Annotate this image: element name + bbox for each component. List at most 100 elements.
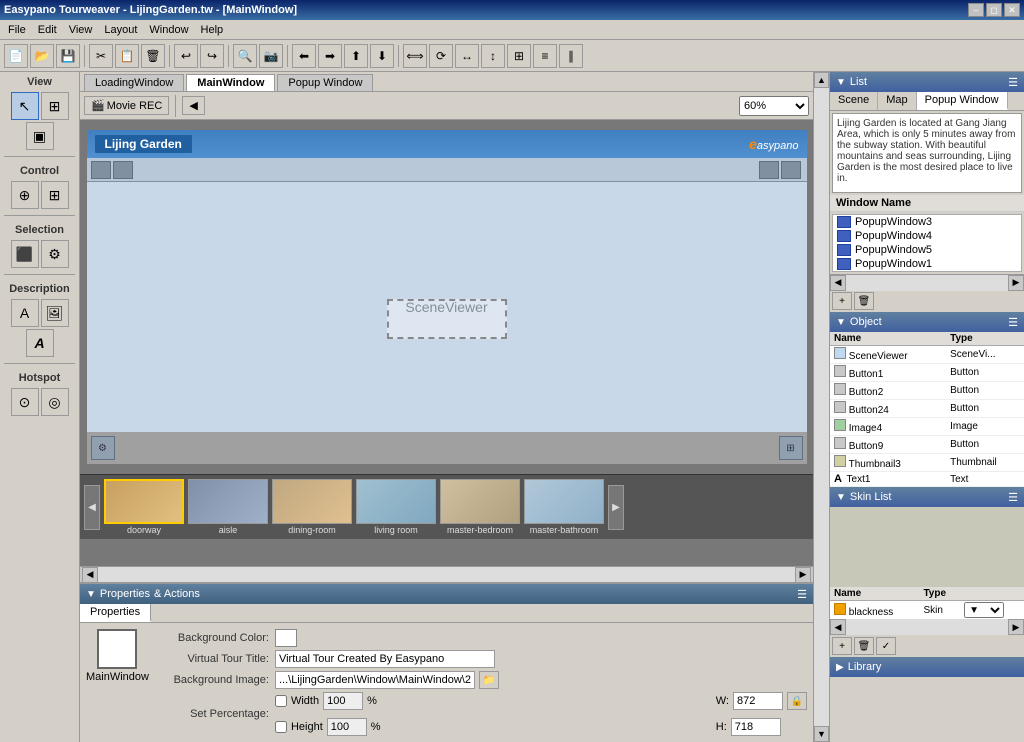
menu-window[interactable]: Window <box>143 22 194 38</box>
zoom-select[interactable]: 25% 50% 60% 75% 100% 150% 200% <box>739 96 809 116</box>
save-button[interactable]: 💾 <box>56 44 80 68</box>
list-collapse[interactable]: ▼ <box>836 77 846 88</box>
hotspot-box[interactable] <box>387 299 507 339</box>
tab-popup-window[interactable]: Popup Window <box>277 74 373 91</box>
obj-row-button24[interactable]: Button24 Button <box>830 400 1024 418</box>
library-collapse[interactable]: ▶ <box>836 662 844 673</box>
vt-title-input[interactable] <box>275 650 495 668</box>
skin-row-blackness[interactable]: blackness Skin ▼ <box>830 601 1024 620</box>
movie-rec-button[interactable]: 🎬 Movie REC <box>84 96 169 115</box>
scene-tab-map[interactable]: Map <box>878 92 916 110</box>
control-tool-1[interactable]: ⊕ <box>11 181 39 209</box>
corner-icon-tl[interactable]: ⚙ <box>91 436 115 460</box>
tab-loading-window[interactable]: LoadingWindow <box>84 74 184 91</box>
scene-tab-popup[interactable]: Popup Window <box>917 92 1008 110</box>
list-menu-icon[interactable]: ☰ <box>1008 76 1018 89</box>
menu-view[interactable]: View <box>63 22 99 38</box>
control-tool-2[interactable]: ⊞ <box>41 181 69 209</box>
bg-image-input[interactable] <box>275 671 475 689</box>
width-input[interactable] <box>733 692 783 710</box>
copy-button[interactable]: 📋 <box>115 44 139 68</box>
menu-file[interactable]: File <box>2 22 32 38</box>
window-item-popup4[interactable]: PopupWindow4 <box>833 229 1021 243</box>
center-v[interactable]: ∥ <box>559 44 583 68</box>
scene-tab-scene[interactable]: Scene <box>830 92 878 110</box>
hotspot-tool-2[interactable]: ◎ <box>41 388 69 416</box>
thumb-aisle[interactable]: aisle <box>188 479 268 535</box>
obj-row-button9[interactable]: Button9 Button <box>830 436 1024 454</box>
thumb-img-master-bath[interactable] <box>524 479 604 524</box>
width-pct-check[interactable] <box>275 695 287 707</box>
thumb-img-aisle[interactable] <box>188 479 268 524</box>
center-h[interactable]: ≡ <box>533 44 557 68</box>
tab-main-window[interactable]: MainWindow <box>186 74 275 91</box>
open-button[interactable]: 📂 <box>30 44 54 68</box>
properties-collapse[interactable]: ▼ <box>86 589 96 600</box>
list-scroll-left[interactable]: ◀ <box>830 275 846 291</box>
height-pct-input[interactable] <box>327 718 367 736</box>
list-scroll[interactable]: ◀ ▶ <box>830 274 1024 290</box>
align-bottom[interactable]: ⬇ <box>370 44 394 68</box>
skin-scroll-track[interactable] <box>846 619 1008 635</box>
skin-add-btn[interactable]: + <box>832 637 852 655</box>
new-button[interactable]: 📄 <box>4 44 28 68</box>
skin-scroll[interactable]: ◀ ▶ <box>830 619 1024 635</box>
h-scroll-left[interactable]: ◀ <box>82 567 98 583</box>
h-scroll-track[interactable] <box>98 567 795 583</box>
skin-scroll-left[interactable]: ◀ <box>830 619 846 635</box>
bg-color-swatch[interactable] <box>275 629 297 647</box>
obj-row-text1[interactable]: A Text1 Text <box>830 472 1024 487</box>
thumb-prev[interactable]: ◀ <box>84 485 100 530</box>
h-scroll-right[interactable]: ▶ <box>795 567 811 583</box>
publish-button[interactable]: 📷 <box>259 44 283 68</box>
close-button[interactable]: ✕ <box>1004 3 1020 17</box>
selection-tool-1[interactable]: ⬛ <box>11 240 39 268</box>
thumb-living[interactable]: living room <box>356 479 436 535</box>
align-top[interactable]: ⬆ <box>344 44 368 68</box>
menu-edit[interactable]: Edit <box>32 22 63 38</box>
thumb-master-bath[interactable]: master-bathroom <box>524 479 604 535</box>
skin-delete-btn[interactable]: 🗑 <box>854 637 874 655</box>
thumb-img-dining[interactable] <box>272 479 352 524</box>
selection-tool-2[interactable]: ⚙ <box>41 240 69 268</box>
skin-scroll-right[interactable]: ▶ <box>1008 619 1024 635</box>
align-right[interactable]: ➡ <box>318 44 342 68</box>
back-button[interactable]: ◀ <box>182 96 204 115</box>
select-tool[interactable]: ↖ <box>11 92 39 120</box>
obj-row-sceneviewer[interactable]: SceneViewer SceneVi... <box>830 346 1024 364</box>
align-left[interactable]: ⬅ <box>292 44 316 68</box>
view-tool-3[interactable]: ▣ <box>26 122 54 150</box>
canvas-wrapper[interactable]: Lijing Garden easypano SceneViewer <box>80 120 813 566</box>
height-pct-check[interactable] <box>275 721 287 733</box>
same-h[interactable]: ↕ <box>481 44 505 68</box>
corner-icon-br[interactable]: ⊞ <box>779 436 803 460</box>
properties-menu-icon[interactable]: ☰ <box>797 588 807 601</box>
undo-button[interactable]: ↩ <box>174 44 198 68</box>
list-scroll-right[interactable]: ▶ <box>1008 275 1024 291</box>
thumb-dining[interactable]: dining-room <box>272 479 352 535</box>
thumb-img-master-bed[interactable] <box>440 479 520 524</box>
thumb-master-bed[interactable]: master-bedroom <box>440 479 520 535</box>
window-item-popup1[interactable]: PopupWindow1 <box>833 257 1021 271</box>
preview-button[interactable]: 🔍 <box>233 44 257 68</box>
menu-layout[interactable]: Layout <box>98 22 143 38</box>
same-size[interactable]: ⊞ <box>507 44 531 68</box>
dist-h[interactable]: ⟺ <box>403 44 427 68</box>
thumb-next[interactable]: ▶ <box>608 485 624 530</box>
description-tool-3[interactable]: A <box>26 329 54 357</box>
h-scroll[interactable]: ◀ ▶ <box>80 566 813 582</box>
restore-button[interactable]: ◻ <box>986 3 1002 17</box>
skin-version-select[interactable]: ▼ <box>964 602 1004 618</box>
list-add-btn[interactable]: + <box>832 292 852 310</box>
dist-v[interactable]: ⟳ <box>429 44 453 68</box>
redo-button[interactable]: ↪ <box>200 44 224 68</box>
obj-row-button2[interactable]: Button2 Button <box>830 382 1024 400</box>
hotspot-tool-1[interactable]: ⊙ <box>11 388 39 416</box>
prop-tab-properties[interactable]: Properties <box>80 604 151 622</box>
window-item-popup5[interactable]: PopupWindow5 <box>833 243 1021 257</box>
width-pct-input[interactable] <box>323 692 363 710</box>
library-header[interactable]: ▶ Library <box>830 657 1024 677</box>
obj-row-image4[interactable]: Image4 Image <box>830 418 1024 436</box>
window-item-popup3[interactable]: PopupWindow3 <box>833 215 1021 229</box>
list-delete-btn[interactable]: 🗑 <box>854 292 874 310</box>
